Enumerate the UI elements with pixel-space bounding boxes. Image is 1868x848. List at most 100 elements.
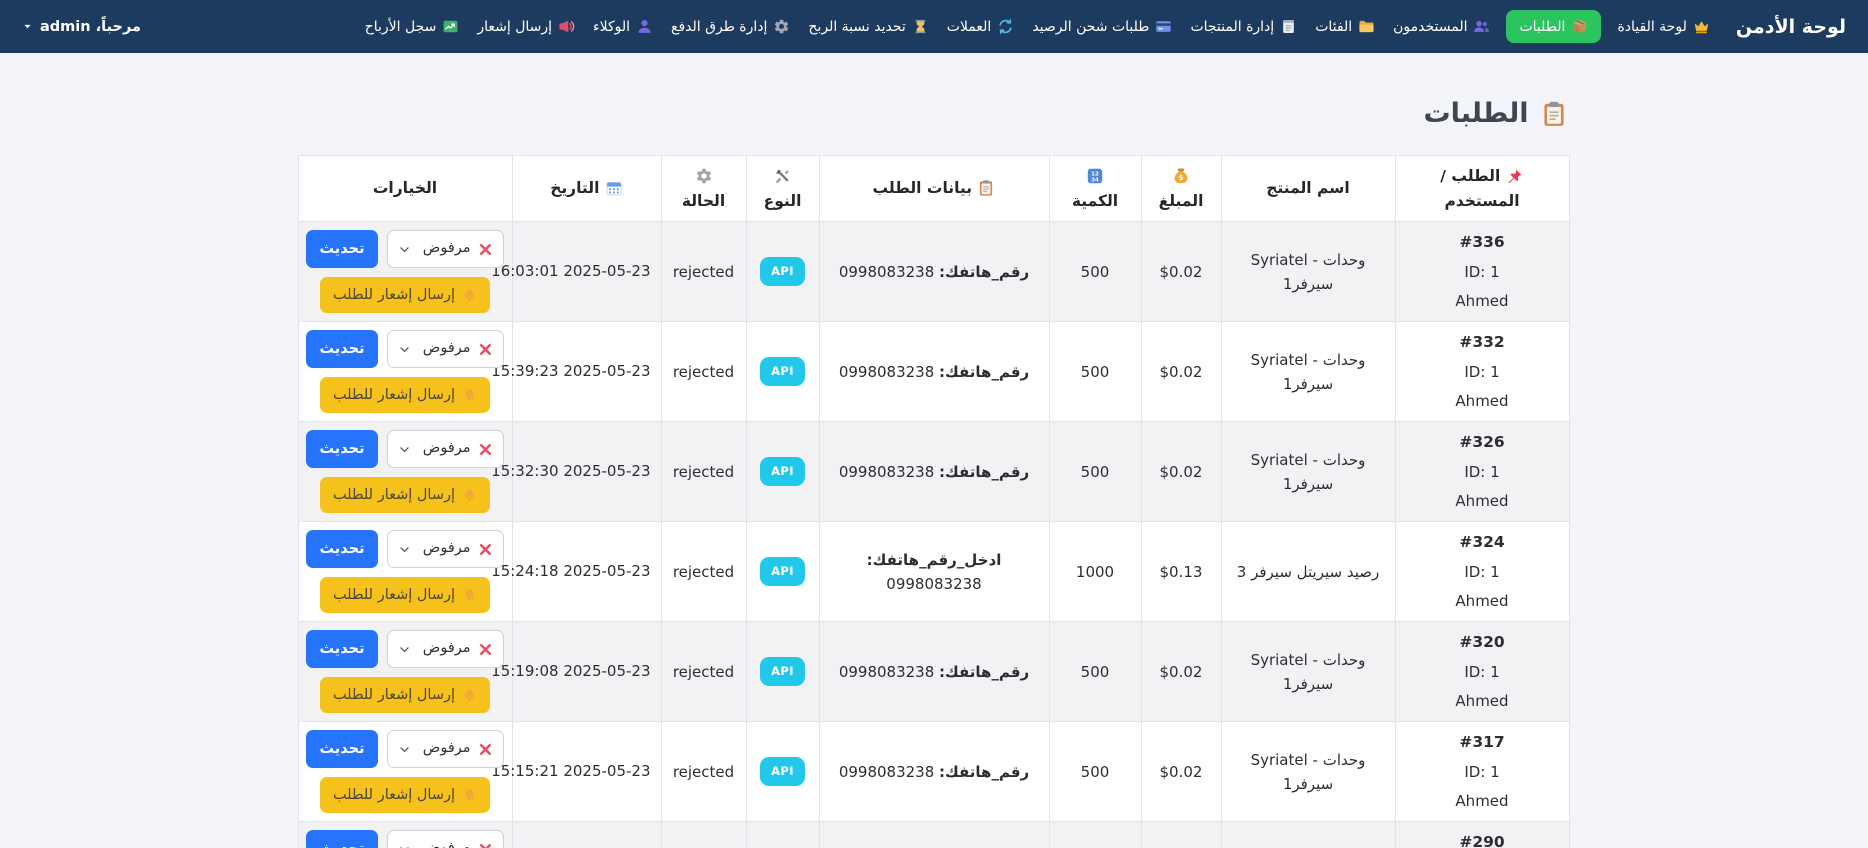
x-mark-icon (478, 642, 493, 657)
order-data-cell: رقم_هاتفك: 0998083238 (818, 221, 1050, 322)
person-icon (636, 18, 653, 35)
column-header-label: بيانات الطلب (872, 179, 973, 198)
product-name-cell: رصيد سيريتل سيرفر 3 (1220, 521, 1396, 622)
nav-item-label: الوكلاء (593, 18, 631, 35)
column-header-label: الحالة (681, 191, 726, 210)
bell-icon (462, 388, 477, 403)
date-cell: 2025-05-23 16:03:01 (491, 221, 662, 322)
status-select[interactable]: مرفوض (386, 430, 504, 468)
status-select[interactable]: مرفوض (386, 330, 504, 368)
chevron-down-icon (398, 643, 411, 656)
user-id: ID: 1 (1464, 562, 1500, 581)
product-name-cell: وحدات - Syriatel سيرفر1 (1220, 721, 1396, 822)
send-notification-label: إرسال إشعار للطلب (332, 487, 456, 503)
order-number: #324 (1459, 533, 1505, 552)
order-number: #320 (1459, 633, 1505, 652)
update-button[interactable]: تحديث (306, 330, 378, 368)
order-data-value: 0998083238 (838, 262, 935, 281)
table-header-row: الطلب / المستخدم اسم المنتج $ المبلغ 12 34 ا… (297, 155, 1570, 222)
api-type-badge: API (760, 657, 805, 686)
nav-item[interactable]: لوحة القيادة (1615, 11, 1711, 42)
send-notification-button[interactable]: إرسال إشعار للطلب (319, 377, 491, 413)
svg-text:34: 34 (1091, 178, 1099, 184)
update-button[interactable]: تحديث (306, 730, 378, 768)
nav-item[interactable]: إدارة طرق الدفع (669, 11, 792, 42)
x-mark-icon (478, 842, 493, 848)
user-name: Ahmed (1455, 291, 1509, 310)
send-notification-button[interactable]: إرسال إشعار للطلب (319, 677, 491, 713)
status-select[interactable]: مرفوض (386, 230, 504, 268)
send-notification-button[interactable]: إرسال إشعار للطلب (319, 277, 491, 313)
order-data-value: 0998083238 (838, 462, 935, 481)
nav-item[interactable]: طلبات شحن الرصيد (1030, 11, 1174, 42)
nav-item[interactable]: تحديد نسبة الربح (806, 11, 930, 42)
hourglass-icon (912, 18, 929, 35)
product-name-cell: رصيد سيريتل سيرفر 3 (1220, 821, 1396, 848)
column-header-label: المبلغ (1158, 191, 1204, 210)
status-select-value: مرفوض (422, 740, 471, 757)
nav-item-active[interactable]: الطلبات (1506, 10, 1602, 43)
user-id: ID: 1 (1464, 662, 1500, 681)
column-header: الطلب / المستخدم (1394, 155, 1570, 222)
update-button[interactable]: تحديث (306, 530, 378, 568)
status-select[interactable]: مرفوض (386, 830, 504, 848)
api-type-badge: API (760, 757, 805, 786)
send-notification-button[interactable]: إرسال إشعار للطلب (319, 477, 491, 513)
type-cell: API (745, 521, 820, 622)
order-number: #336 (1459, 233, 1505, 252)
x-mark-icon (478, 742, 493, 757)
bell-icon (462, 288, 477, 303)
user-name: Ahmed (1455, 691, 1509, 710)
status-select[interactable]: مرفوض (386, 530, 504, 568)
type-cell: API (745, 321, 820, 422)
nav-item[interactable]: الفئات (1313, 11, 1377, 42)
x-mark-icon (478, 242, 493, 257)
column-header-label: الخيارات (372, 179, 438, 198)
nav-item-label: إدارة طرق الدفع (671, 18, 768, 35)
user-id: ID: 1 (1464, 362, 1500, 381)
order-row: #332 ID: 1 Ahmed وحدات - Syriatel سيرفر1… (297, 321, 1570, 422)
brand-title[interactable]: لوحة الأدمن (1736, 16, 1846, 38)
amount-cell: $0.02 (1140, 421, 1222, 522)
date-cell: 2025-05-23 15:39:23 (491, 321, 662, 422)
update-button[interactable]: تحديث (306, 630, 378, 668)
status-select-value: مرفوض (422, 540, 471, 557)
pushpin-icon (1506, 167, 1524, 185)
column-header: الخيارات (297, 155, 513, 222)
nav-item[interactable]: المستخدمون (1391, 11, 1492, 42)
options-cell: مرفوض تحديث إرسال إشعار للطلب (297, 421, 513, 522)
update-button[interactable]: تحديث (306, 230, 378, 268)
api-type-badge: API (760, 457, 805, 486)
gear-icon (773, 18, 790, 35)
order-row: #326 ID: 1 Ahmed وحدات - Syriatel سيرفر1… (297, 421, 1570, 522)
api-type-badge: API (760, 357, 805, 386)
order-number: #290 (1459, 833, 1505, 848)
send-notification-button[interactable]: إرسال إشعار للطلب (319, 777, 491, 813)
order-user-cell: #336 ID: 1 Ahmed (1394, 221, 1570, 322)
order-number: #317 (1459, 733, 1505, 752)
update-button[interactable]: تحديث (306, 430, 378, 468)
order-row: #317 ID: 1 Ahmed وحدات - Syriatel سيرفر1… (297, 721, 1570, 822)
notepad-icon (1280, 18, 1297, 35)
update-button[interactable]: تحديث (306, 830, 378, 848)
user-menu[interactable]: مرحباً، admin (22, 19, 141, 35)
status-select[interactable]: مرفوض (386, 630, 504, 668)
nav-item[interactable]: العملات (945, 11, 1017, 42)
gear-icon (695, 167, 713, 185)
amount-cell: $0.02 (1140, 321, 1222, 422)
options-cell: مرفوض تحديث إرسال إشعار للطلب (297, 321, 513, 422)
nav-item[interactable]: إدارة المنتجات (1188, 11, 1299, 42)
order-data-cell: ادخل_رقم_هاتفك: 0998083238 (818, 521, 1050, 622)
amount-cell: $0.02 (1140, 621, 1222, 722)
currency-exchange-icon (997, 18, 1014, 35)
nav-item[interactable]: سجل الأرباح (363, 11, 462, 42)
nav-item[interactable]: إرسال إشعار (475, 11, 577, 42)
product-name-cell: وحدات - Syriatel سيرفر1 (1220, 621, 1396, 722)
column-header: 12 34 الكمية (1048, 155, 1142, 222)
send-notification-button[interactable]: إرسال إشعار للطلب (319, 577, 491, 613)
quantity-cell: 500 (1048, 721, 1142, 822)
welcome-text: مرحباً، admin (40, 18, 141, 35)
nav-item[interactable]: الوكلاء (591, 11, 655, 42)
user-id: ID: 1 (1464, 262, 1500, 281)
status-select[interactable]: مرفوض (386, 730, 504, 768)
